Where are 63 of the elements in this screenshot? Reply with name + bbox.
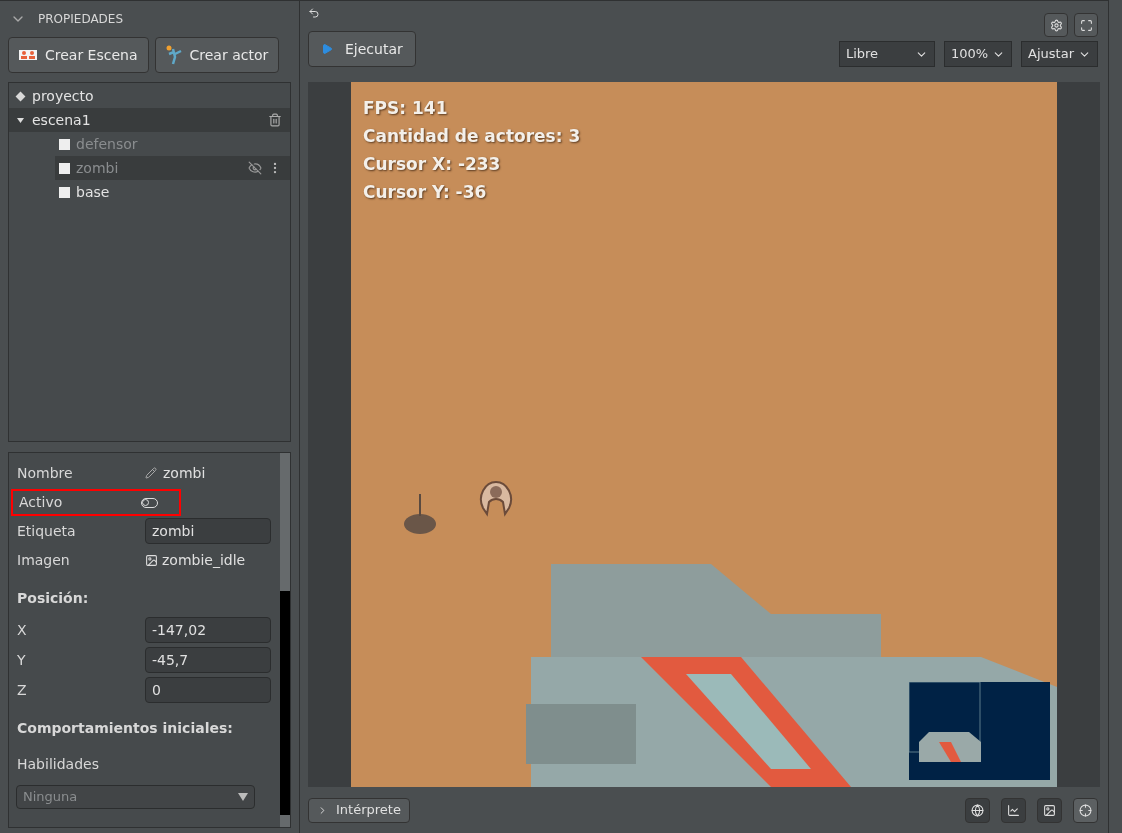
chart-icon <box>1007 803 1020 817</box>
tool-button[interactable] <box>1001 797 1026 823</box>
tool-button[interactable] <box>1037 797 1062 823</box>
property-label: X <box>17 620 28 640</box>
panel-title: PROPIEDADES <box>38 11 124 28</box>
dropdown[interactable]: Ajustar <box>1021 41 1098 67</box>
item-label: base <box>76 182 110 202</box>
globe-icon <box>971 803 984 817</box>
turret-sprite <box>403 494 437 536</box>
tool-button[interactable] <box>965 797 990 823</box>
property-label: Nombre <box>17 463 74 483</box>
crosshair-icon <box>1079 803 1092 817</box>
scrollbar[interactable] <box>280 453 290 827</box>
property-label: Y <box>17 650 27 670</box>
image-icon <box>145 554 158 567</box>
settings-button[interactable] <box>1044 13 1068 37</box>
hud-text: Cursor X: -233 <box>363 153 502 175</box>
image-value: zombie_idle <box>162 551 246 570</box>
kicking-figure-icon <box>165 45 182 65</box>
tree-item[interactable]: base <box>55 180 290 204</box>
text-field[interactable]: 0 <box>145 677 271 703</box>
square-icon <box>59 162 70 174</box>
tree-item[interactable]: escena1 <box>9 108 290 132</box>
text-field[interactable]: -45,7 <box>145 647 271 673</box>
dropdown[interactable]: 100% <box>943 41 1013 67</box>
item-label: proyecto <box>32 86 94 106</box>
caret-icon[interactable] <box>17 116 24 124</box>
property-label: Habilidades <box>17 755 99 774</box>
pencil-icon[interactable] <box>145 467 157 479</box>
run-button[interactable]: Ejecutar <box>308 31 416 67</box>
caret-icon <box>238 793 248 801</box>
item-label: zombi <box>76 158 119 178</box>
expand-icon <box>1079 18 1093 32</box>
tool-button[interactable] <box>1073 797 1098 823</box>
section-heading: Comportamientos iniciales: <box>17 719 233 738</box>
text-field[interactable]: -147,02 <box>145 617 271 643</box>
hud-text: Cursor Y: -36 <box>363 181 488 203</box>
text-field[interactable]: zombi <box>145 518 271 544</box>
hud-text: Cantidad de actores: 3 <box>363 125 581 147</box>
trash-icon[interactable] <box>268 113 282 127</box>
property-label: Etiqueta <box>17 521 77 541</box>
dropdown[interactable]: Libre <box>838 41 935 67</box>
tree-item[interactable]: proyecto <box>9 84 290 108</box>
section-heading: Posición: <box>17 589 89 608</box>
console-button[interactable]: Intérprete <box>308 797 410 823</box>
people-icon <box>19 48 37 62</box>
property-label: Z <box>17 680 28 700</box>
square-icon <box>59 186 70 198</box>
name-value: zombi <box>163 463 206 483</box>
property-label: Activo <box>19 493 64 512</box>
eye-off-icon[interactable] <box>248 161 262 175</box>
property-label: Imagen <box>17 551 71 570</box>
item-label: defensor <box>76 134 138 154</box>
play-icon <box>321 43 333 55</box>
undo-icon[interactable] <box>308 7 320 19</box>
image-icon <box>1043 803 1056 817</box>
fullscreen-button[interactable] <box>1074 13 1098 37</box>
create-button[interactable]: Crear Escena <box>8 37 149 73</box>
hud-text: FPS: 141 <box>363 97 449 119</box>
square-icon <box>59 138 70 150</box>
item-label: escena1 <box>32 110 91 130</box>
create-button[interactable]: Crear actor <box>154 37 280 73</box>
gear-icon <box>1049 18 1063 32</box>
